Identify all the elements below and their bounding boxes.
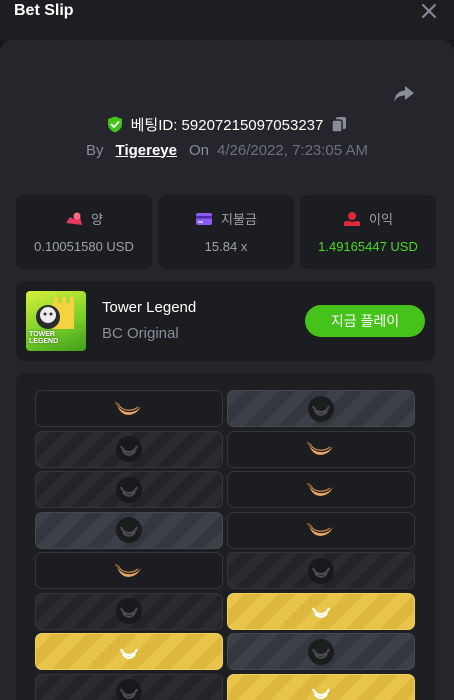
banana-outline-icon	[308, 395, 334, 422]
stats-row: 양 0.10051580 USD 지불금 15.84 x 이익 1.491654…	[16, 195, 436, 269]
board-cell-gold	[35, 633, 223, 670]
board-cell-empty	[35, 471, 223, 508]
game-card: TOWER LEGEND Tower Legend BC Original 지금 …	[16, 281, 435, 361]
stat-amount-label: 양	[91, 212, 103, 227]
board-cell-banana	[227, 471, 415, 508]
game-name: Tower Legend	[102, 299, 197, 316]
bet-id-row: 베팅ID: 59207215097053237	[0, 113, 454, 135]
banana-icon	[115, 563, 141, 577]
banana-outline-icon	[116, 598, 142, 624]
banana-icon	[307, 482, 333, 496]
banana-icon	[307, 523, 333, 536]
banana-outline-icon	[308, 638, 334, 665]
card-icon	[196, 212, 213, 225]
bet-author-row: By Tigereye On 4/26/2022, 7:23:05 AM	[0, 139, 454, 161]
banana-outline-icon	[311, 607, 331, 618]
board-cell-gold	[227, 592, 415, 630]
share-icon[interactable]	[392, 83, 416, 105]
bet-date: 4/26/2022, 7:23:05 AM	[217, 141, 368, 159]
copy-icon[interactable]	[331, 116, 347, 133]
board-cell-banana	[35, 552, 223, 589]
banana-icon	[307, 442, 333, 455]
banana-outline-icon	[119, 647, 139, 659]
board-cell-banana	[227, 430, 415, 468]
banana-icon	[115, 401, 141, 415]
banana-outline-icon	[116, 517, 142, 543]
banana-outline-icon	[311, 688, 331, 699]
banana-outline-icon	[116, 679, 142, 700]
board-cell-empty	[227, 552, 415, 589]
dialog-title: Bet Slip	[14, 2, 74, 19]
board-cell-gray	[227, 390, 415, 427]
board-cell-gray	[227, 633, 415, 670]
board-cell-gold	[227, 673, 415, 700]
banana-outline-icon	[116, 436, 142, 462]
hand-coin-icon	[344, 211, 361, 226]
on-label: On	[188, 141, 209, 159]
board-cell-banana	[35, 390, 223, 427]
stat-profit: 이익 1.49165447 USD	[300, 195, 436, 269]
board-cell-empty	[35, 673, 223, 700]
game-subtitle: BC Original	[102, 325, 179, 342]
bet-slip-header: Bet Slip	[0, 0, 454, 40]
board-cell-banana	[227, 511, 415, 549]
board-cell-gray	[35, 511, 223, 549]
coins-icon	[66, 212, 83, 225]
banana-outline-icon	[308, 557, 334, 584]
game-thumb-text: TOWER LEGEND	[29, 331, 59, 345]
by-label: By	[86, 141, 104, 159]
play-now-button[interactable]: 지금 플레이	[305, 305, 425, 337]
bet-id: 베팅ID: 59207215097053237	[130, 116, 324, 134]
stat-amount-value: 0.10051580 USD	[34, 239, 134, 254]
stat-payout: 지불금 15.84 x	[158, 195, 294, 269]
game-board	[16, 373, 435, 700]
banana-outline-icon	[116, 476, 142, 503]
close-icon[interactable]	[420, 2, 438, 20]
stat-payout-label: 지불금	[221, 212, 257, 227]
game-thumbnail[interactable]: TOWER LEGEND	[26, 291, 86, 351]
board-cell-empty	[35, 592, 223, 630]
board-cell-empty	[35, 430, 223, 468]
stat-payout-value: 15.84 x	[204, 239, 248, 254]
stat-profit-value: 1.49165447 USD	[318, 239, 418, 254]
stat-profit-label: 이익	[369, 212, 393, 227]
stat-amount: 양 0.10051580 USD	[16, 195, 152, 269]
verified-shield-icon	[107, 116, 122, 132]
user-link[interactable]: Tigereye	[116, 142, 177, 159]
